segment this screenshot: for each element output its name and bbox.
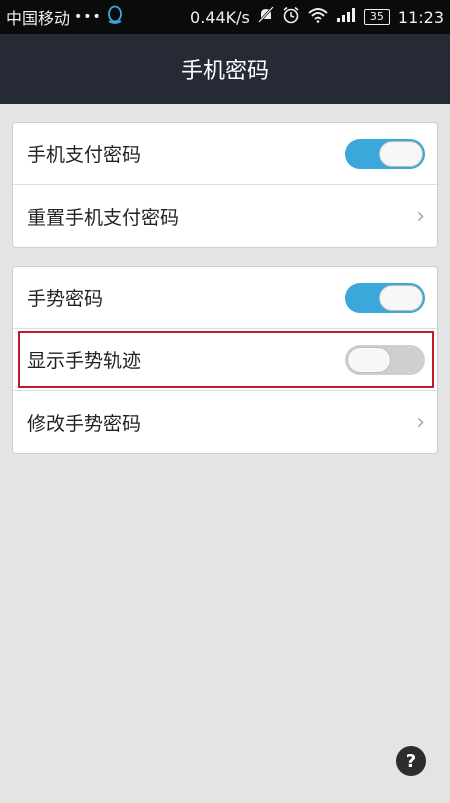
row-label: 显示手势轨迹 xyxy=(27,350,142,372)
row-label: 修改手势密码 xyxy=(27,412,142,435)
signal-icon xyxy=(336,7,356,27)
page-header: 手机密码 xyxy=(0,34,450,104)
chevron-right-icon: › xyxy=(416,203,425,229)
show-gesture-trail-toggle[interactable] xyxy=(345,344,425,375)
help-button[interactable]: ? xyxy=(396,746,426,776)
clock-time: 11:23 xyxy=(397,7,444,27)
gesture-password-toggle[interactable] xyxy=(345,282,425,313)
page-title: 手机密码 xyxy=(180,59,269,84)
row-reset-payment-password[interactable]: 重置手机支付密码 › xyxy=(13,185,437,247)
payment-settings-card: 手机支付密码 重置手机支付密码 › xyxy=(12,122,438,248)
toggle-knob xyxy=(347,346,391,373)
toggle-knob xyxy=(379,284,423,311)
row-label: 重置手机支付密码 xyxy=(27,206,180,229)
payment-password-toggle[interactable] xyxy=(345,138,425,169)
row-payment-password[interactable]: 手机支付密码 xyxy=(13,123,437,185)
row-label: 手势密码 xyxy=(27,288,104,310)
row-label: 手机支付密码 xyxy=(27,144,142,166)
row-change-gesture-password[interactable]: 修改手势密码 › xyxy=(13,391,437,453)
battery-icon: 35 xyxy=(363,9,390,25)
notification-dots: ••• xyxy=(74,9,102,25)
alarm-icon xyxy=(282,6,300,28)
toggle-knob xyxy=(379,140,423,167)
wifi-icon xyxy=(308,7,328,27)
mute-icon xyxy=(257,6,274,28)
row-gesture-password[interactable]: 手势密码 xyxy=(13,267,437,329)
carrier-name: 中国移动 xyxy=(6,9,71,28)
qq-icon xyxy=(106,5,124,29)
network-speed: 0.44K/s xyxy=(190,7,250,27)
status-right: 0.44K/s 35 11:23 xyxy=(190,6,444,28)
gesture-settings-card: 手势密码 显示手势轨迹 修改手势密码 › xyxy=(12,266,438,454)
chevron-right-icon: › xyxy=(416,409,425,435)
row-show-gesture-trail[interactable]: 显示手势轨迹 xyxy=(13,329,437,391)
status-bar: 中国移动 ••• 0.44K/s 35 11:23 xyxy=(0,0,450,34)
status-left: 中国移动 ••• xyxy=(6,5,124,29)
